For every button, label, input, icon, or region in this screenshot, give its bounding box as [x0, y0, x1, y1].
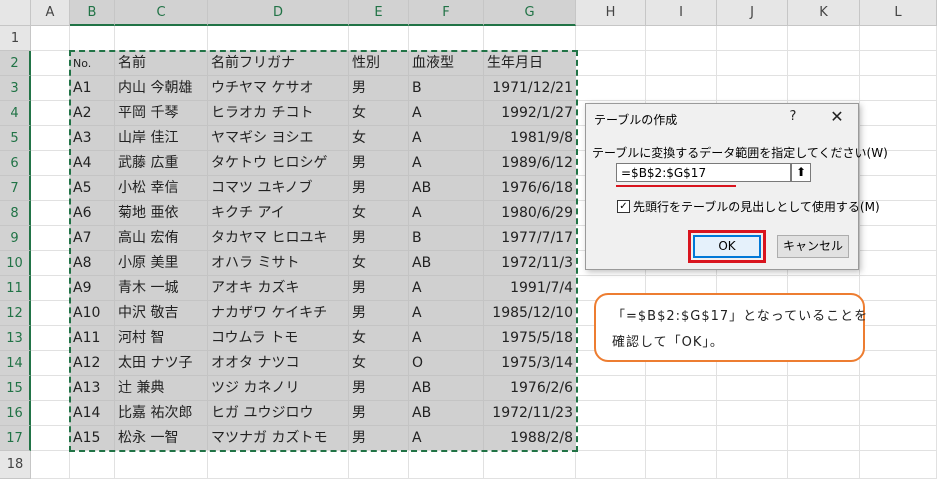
dialog-title: テーブルの作成: [594, 113, 678, 127]
column-header-h[interactable]: H: [576, 0, 646, 26]
row-header-18[interactable]: 18: [0, 451, 31, 479]
instruction-callout: 「=$B$2:$G$17」となっていることを 確認して「OK」。: [594, 293, 869, 362]
column-header-c[interactable]: C: [115, 0, 208, 26]
row-header-10[interactable]: 10: [0, 251, 31, 276]
row-header-17[interactable]: 17: [0, 426, 31, 451]
row-header-1[interactable]: 1: [0, 26, 31, 51]
row-header-3[interactable]: 3: [0, 76, 31, 101]
column-header-e[interactable]: E: [349, 0, 409, 26]
range-input[interactable]: =$B$2:$G$17: [616, 163, 791, 182]
row-header-9[interactable]: 9: [0, 226, 31, 251]
row-header-7[interactable]: 7: [0, 176, 31, 201]
column-header-a[interactable]: A: [31, 0, 70, 26]
column-header-g[interactable]: G: [484, 0, 576, 26]
row-header-15[interactable]: 15: [0, 376, 31, 401]
row-header-14[interactable]: 14: [0, 351, 31, 376]
row-header-6[interactable]: 6: [0, 151, 31, 176]
callout-line-2: 確認して「OK」。: [612, 335, 724, 350]
row-header-2[interactable]: 2: [0, 51, 31, 76]
row-header-11[interactable]: 11: [0, 276, 31, 301]
range-underline: [616, 185, 736, 187]
callout-line-1: 「=$B$2:$G$17」となっていることを: [612, 309, 869, 324]
column-header-i[interactable]: I: [646, 0, 717, 26]
range-label: テーブルに変換するデータ範囲を指定してください(W): [592, 146, 888, 160]
column-header-j[interactable]: J: [717, 0, 788, 26]
row-header-4[interactable]: 4: [0, 101, 31, 126]
row-header-12[interactable]: 12: [0, 301, 31, 326]
header-row-checkbox-label[interactable]: 先頭行をテーブルの見出しとして使用する(M): [633, 198, 880, 215]
row-header-5[interactable]: 5: [0, 126, 31, 151]
header-row-checkbox[interactable]: ✓: [617, 200, 630, 213]
copy-marquee: [69, 50, 578, 452]
select-all-corner[interactable]: [0, 0, 31, 26]
ok-button[interactable]: OK: [693, 235, 761, 258]
row-header-13[interactable]: 13: [0, 326, 31, 351]
row-header-16[interactable]: 16: [0, 401, 31, 426]
column-header-k[interactable]: K: [788, 0, 860, 26]
column-header-l[interactable]: L: [860, 0, 937, 26]
gridline-vertical: [859, 26, 860, 479]
column-header-d[interactable]: D: [208, 0, 349, 26]
help-button[interactable]: ?: [783, 107, 803, 127]
column-header-b[interactable]: B: [70, 0, 115, 26]
column-header-f[interactable]: F: [409, 0, 484, 26]
create-table-dialog: テーブルの作成 ? ✕ テーブルに変換するデータ範囲を指定してください(W) =…: [585, 103, 888, 270]
cancel-button[interactable]: キャンセル: [777, 235, 849, 258]
row-header-8[interactable]: 8: [0, 201, 31, 226]
close-icon[interactable]: ✕: [826, 107, 848, 127]
collapse-dialog-icon[interactable]: ⬆: [791, 163, 811, 182]
